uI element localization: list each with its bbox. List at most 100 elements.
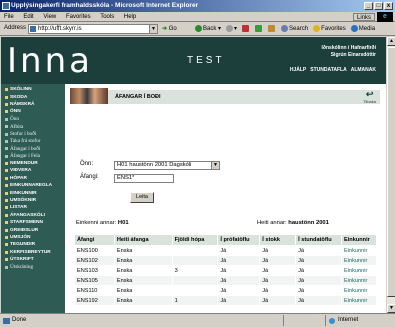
go-button[interactable]: ➜ Go [162, 25, 177, 32]
nav-item[interactable]: STARFSMENN [1, 219, 65, 226]
table-cell: Enska [113, 285, 173, 296]
nav-item-label: EINKUNNAREGLA [10, 183, 53, 189]
bullet-icon [5, 95, 8, 99]
scroll-thumb[interactable] [387, 47, 395, 297]
col-header-exam-table[interactable]: Í prófatöflu [217, 234, 261, 246]
nav-item[interactable]: ÁFANGASKÓLI [1, 212, 65, 219]
grades-link[interactable]: Einkunnir [344, 298, 367, 304]
nav-item[interactable]: Stofur í boði [1, 130, 65, 137]
vertical-scrollbar[interactable]: ▲ ▼ [386, 37, 395, 313]
table-cell: Já [259, 285, 297, 296]
col-header-course[interactable]: Áfangi [74, 234, 115, 246]
address-input[interactable]: http://ufft.skyrr.is ▼ [28, 24, 158, 34]
term-code-info: Einkenni annar: H01 [76, 220, 129, 226]
search-button[interactable]: Search [281, 25, 308, 32]
bullet-icon [5, 206, 8, 210]
nav-item[interactable]: Áfangar í Fela [1, 153, 65, 160]
nav-item[interactable]: Önn [1, 116, 65, 123]
term-code-label: Einkenni annar: [76, 220, 117, 226]
menu-favorites[interactable]: Favorites [66, 14, 91, 20]
nav-item[interactable]: NÁMSKRÁ [1, 101, 65, 108]
refresh-icon [255, 25, 263, 32]
favorites-button[interactable]: Favorites [313, 25, 346, 32]
nav-item[interactable]: UMSJÓN [1, 234, 65, 241]
grades-link[interactable]: Einkunnir [344, 288, 367, 294]
nav-item[interactable]: GREIÐSLUR [1, 226, 65, 233]
help-link[interactable]: HJÁLP [290, 67, 306, 73]
minimize-button[interactable]: _ [364, 2, 373, 10]
nav-item[interactable]: VIÐVERA [1, 167, 65, 174]
nav-item-label: Áfangar í Fela [10, 153, 40, 160]
bullet-icon [5, 132, 8, 136]
close-button[interactable]: x [384, 2, 393, 10]
nav-item[interactable]: EINKUNNAREGLA [1, 182, 65, 189]
window-title: Upplýsingakerfi framhaldsskóla - Microso… [11, 2, 199, 9]
bullet-icon [5, 184, 8, 188]
media-icon [350, 25, 358, 32]
nav-item[interactable]: SKODA [1, 93, 65, 100]
nav-item[interactable]: NEMENDUR [1, 160, 65, 167]
chevron-down-icon[interactable]: ▼ [211, 162, 219, 169]
nav-item[interactable]: Afbita [1, 123, 65, 130]
forward-icon [226, 25, 234, 32]
grades-link[interactable]: Einkunnir [344, 278, 367, 284]
menu-edit[interactable]: Edit [23, 14, 33, 20]
address-dropdown-icon[interactable]: ▼ [149, 25, 157, 33]
links-button[interactable]: Links [352, 13, 375, 21]
table-cell: Já [295, 295, 342, 306]
nav-item[interactable]: EINKUNNIR [1, 189, 65, 196]
back-link-label: Tilbaka [363, 99, 376, 104]
nav-item[interactable]: Áfangar í boði [1, 145, 65, 152]
window-titlebar: Upplýsingakerfi framhaldsskóla - Microso… [0, 0, 395, 12]
nav-item-label: Taka frá stofur [10, 138, 41, 145]
media-button[interactable]: Media [350, 25, 375, 32]
nav-item[interactable]: UMSÓKNIR [1, 197, 65, 204]
maximize-button[interactable]: □ [374, 2, 383, 10]
col-header-group-count[interactable]: Fjöldi hópa [171, 234, 219, 246]
calendar-link[interactable]: ALMANAK [351, 67, 376, 73]
back-button[interactable]: Back ▾ [195, 25, 221, 32]
nav-item[interactable]: TEGUNDIR [1, 241, 65, 248]
table-cell: Já [295, 275, 342, 286]
stop-button[interactable] [242, 25, 250, 32]
nav-item[interactable]: ÖNN [1, 108, 65, 115]
refresh-button[interactable] [255, 25, 263, 32]
table-header-row: Áfangi Heiti áfanga Fjöldi hópa Í prófat… [74, 234, 377, 246]
table-cell: ENS103 [74, 265, 115, 276]
term-select[interactable]: H01 haustönn 2001 Dagskóli ▼ [114, 161, 220, 170]
menu-file[interactable]: File [4, 14, 14, 20]
status-separator [283, 315, 323, 326]
grades-link[interactable]: Einkunnir [344, 248, 367, 254]
nav-item[interactable]: Taka frá stofur [1, 138, 65, 145]
back-link[interactable]: ↩ Tilbaka [363, 90, 376, 105]
scroll-down-icon[interactable]: ▼ [387, 304, 395, 313]
grades-link[interactable]: Einkunnir [344, 268, 367, 274]
nav-item[interactable]: ÚTSKRIFT [1, 256, 65, 263]
home-button[interactable] [268, 25, 276, 32]
col-header-timetable[interactable]: Í stundatöflu [295, 234, 342, 246]
scroll-up-icon[interactable]: ▲ [387, 37, 395, 46]
nav-item[interactable]: LISTAR [1, 204, 65, 211]
nav-item-label: Áfangar í boði [10, 145, 41, 152]
course-input[interactable]: ENS1* [114, 174, 174, 183]
nav-item-label: UMSÓKNIR [10, 198, 37, 204]
timetable-link[interactable]: STUNDATAFLA [310, 67, 346, 73]
col-header-course-name[interactable]: Heiti áfanga [113, 234, 173, 246]
nav-item-label: KERFISBREYTUR [10, 249, 51, 255]
nav-item[interactable]: SKÓLINN [1, 86, 65, 93]
search-submit-button[interactable]: Leita [130, 192, 154, 203]
col-header-grades[interactable]: Einkunnir [341, 234, 377, 246]
bullet-icon [5, 88, 8, 92]
nav-item[interactable]: KERFISBREYTUR [1, 249, 65, 256]
menu-view[interactable]: View [43, 14, 56, 20]
menu-tools[interactable]: Tools [100, 14, 114, 20]
menu-help[interactable]: Help [124, 14, 136, 20]
nav-item[interactable]: Útskráning [1, 263, 65, 270]
course-row: Áfangi: ENS1* [80, 174, 174, 183]
table-cell: Já [259, 265, 297, 276]
term-name-info: Heiti annar: haustönn 2001 [257, 220, 329, 226]
grades-link[interactable]: Einkunnir [344, 258, 367, 264]
col-header-block[interactable]: Í stokk [259, 234, 297, 246]
forward-button[interactable]: ▾ [226, 25, 237, 32]
nav-item[interactable]: HÓPAR [1, 175, 65, 182]
